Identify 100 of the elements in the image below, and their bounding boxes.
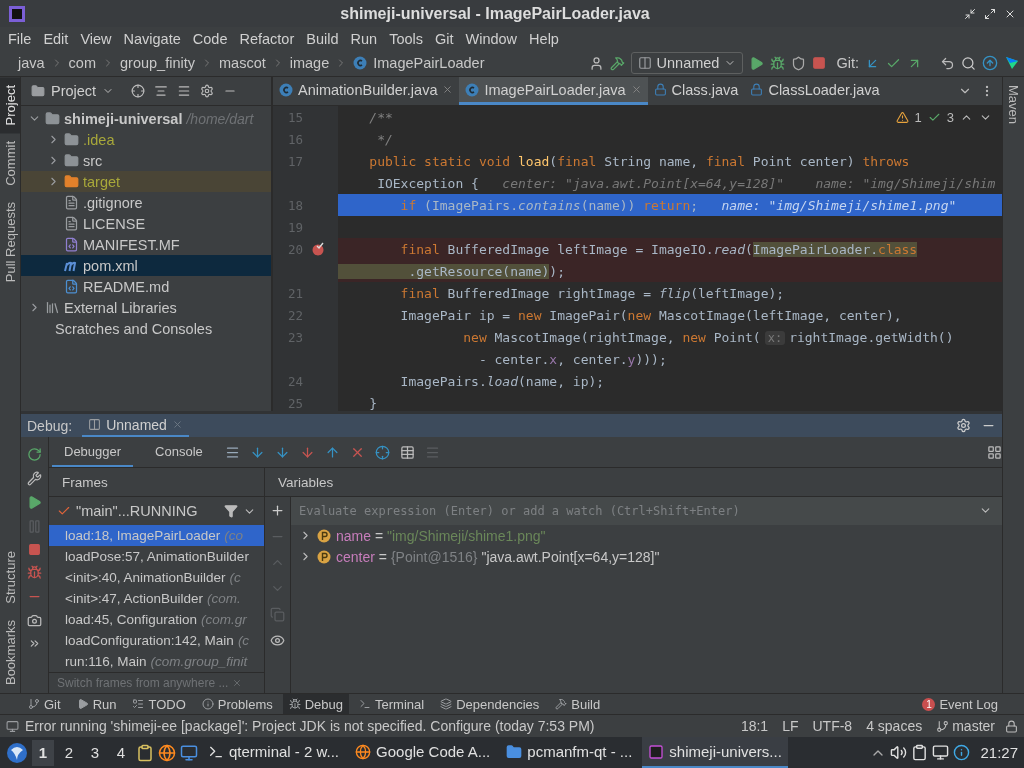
more-icon[interactable] bbox=[28, 637, 41, 650]
tree-item[interactable]: MANIFEST.MF bbox=[21, 234, 271, 255]
tree-item[interactable]: README.md bbox=[21, 276, 271, 297]
locate-icon[interactable] bbox=[131, 84, 146, 98]
tool-window-tab[interactable]: Project bbox=[0, 77, 20, 134]
minimize-icon[interactable] bbox=[964, 7, 976, 20]
collapse-all-icon[interactable] bbox=[177, 84, 192, 98]
status-item[interactable]: 4 spaces bbox=[862, 718, 927, 734]
tool-window-tab[interactable]: Structure bbox=[0, 543, 20, 612]
stack-frame[interactable]: <init>:47, ActionBuilder (com. bbox=[49, 588, 264, 609]
hammer-icon[interactable] bbox=[609, 55, 625, 71]
tool-window-tab[interactable]: Commit bbox=[0, 133, 20, 195]
taskbar-window[interactable]: qterminal - 2 w... bbox=[202, 737, 346, 768]
resume-icon[interactable] bbox=[27, 495, 42, 510]
run-to-cursor-icon[interactable] bbox=[374, 444, 390, 460]
maximize-icon[interactable] bbox=[984, 7, 996, 20]
editor-tab[interactable]: ImagePairLoader.java bbox=[459, 77, 648, 105]
tool-window-tab[interactable]: Run bbox=[70, 694, 123, 714]
settings-icon[interactable] bbox=[200, 84, 215, 98]
tool-window-tab[interactable]: Problems bbox=[195, 694, 279, 714]
menu-item[interactable]: Refactor bbox=[233, 30, 301, 47]
menu-item[interactable]: Edit bbox=[37, 30, 75, 47]
menu-item[interactable]: Tools bbox=[383, 30, 429, 47]
add-watch-icon[interactable] bbox=[270, 503, 285, 518]
status-item[interactable]: 18:1 bbox=[736, 718, 773, 734]
status-item[interactable]: LF bbox=[778, 718, 803, 734]
stack-frame[interactable]: load:18, ImagePairLoader (co bbox=[49, 525, 264, 546]
tool-window-tab[interactable]: Dependencies bbox=[434, 694, 546, 714]
tool-window-tab[interactable]: Build bbox=[549, 694, 607, 714]
tool-window-tab[interactable]: Git bbox=[22, 694, 67, 714]
debugger-tab[interactable]: Console bbox=[143, 437, 215, 467]
workspace-button[interactable]: 3 bbox=[84, 739, 106, 766]
session-tab[interactable]: Unnamed bbox=[82, 414, 189, 437]
editor-tab[interactable]: AnimationBuilder.java bbox=[273, 77, 460, 105]
tree-item[interactable]: pom.xml bbox=[21, 255, 271, 276]
volume-icon[interactable] bbox=[890, 744, 908, 761]
settings-icon[interactable] bbox=[956, 418, 971, 433]
stack-frame[interactable]: loadConfiguration:142, Main (c bbox=[49, 630, 264, 651]
tool-window-tab[interactable]: TODO bbox=[126, 694, 192, 714]
tree-item[interactable]: src bbox=[21, 150, 271, 171]
run-icon[interactable] bbox=[749, 55, 765, 71]
workspace-button[interactable]: 1 bbox=[32, 739, 54, 766]
search-icon[interactable] bbox=[961, 55, 976, 71]
browser-launcher-icon[interactable] bbox=[158, 743, 176, 762]
tool-window-tab[interactable]: Pull Requests bbox=[0, 194, 20, 291]
evaluate-icon[interactable] bbox=[399, 444, 415, 460]
stop-icon[interactable] bbox=[28, 543, 41, 556]
clipboard-icon[interactable] bbox=[911, 744, 929, 761]
tool-window-tab[interactable]: Debug bbox=[282, 694, 350, 714]
workspace-button[interactable]: 2 bbox=[58, 739, 80, 766]
project-view-dropdown[interactable]: Project bbox=[31, 83, 115, 99]
debugger-tab[interactable]: Debugger bbox=[52, 437, 134, 467]
breadcrumb[interactable]: com bbox=[68, 55, 96, 71]
menu-item[interactable]: Window bbox=[459, 30, 524, 47]
step-over-icon[interactable] bbox=[274, 444, 290, 460]
notification-icon[interactable] bbox=[953, 744, 971, 761]
tree-item[interactable]: .idea bbox=[21, 129, 271, 150]
tree-item[interactable]: LICENSE bbox=[21, 213, 271, 234]
tree-item[interactable]: External Libraries bbox=[21, 297, 271, 318]
variable-row[interactable]: center = {Point@1516} "java.awt.Point[x=64,y=128]" bbox=[291, 546, 1002, 567]
start-menu-icon[interactable] bbox=[6, 741, 28, 764]
taskbar-window[interactable]: pcmanfm-qt - ... bbox=[500, 737, 639, 768]
wrench-icon[interactable] bbox=[27, 471, 42, 486]
tree-item[interactable]: target bbox=[21, 171, 271, 192]
thread-dropdown[interactable]: "main"...RUNNING bbox=[49, 497, 264, 525]
step-into-icon[interactable] bbox=[299, 444, 315, 460]
tool-window-tab[interactable]: Bookmarks bbox=[0, 611, 20, 693]
desktop-icon[interactable] bbox=[180, 743, 198, 762]
menu-item[interactable]: Navigate bbox=[117, 30, 187, 47]
menu-item[interactable]: Build bbox=[300, 30, 345, 47]
filter-icon[interactable] bbox=[224, 504, 238, 518]
lock-icon[interactable] bbox=[1005, 719, 1018, 733]
editor-tab[interactable]: ClassLoader.java bbox=[744, 77, 886, 105]
menu-item[interactable]: File bbox=[2, 30, 38, 47]
taskbar-window[interactable]: Google Code A... bbox=[349, 737, 497, 768]
coverage-icon[interactable] bbox=[791, 55, 807, 71]
event-log-button[interactable]: 1 Event Log bbox=[916, 695, 1004, 713]
taskbar-window[interactable]: shimeji-univers... bbox=[642, 737, 788, 768]
breadcrumb[interactable]: group_finity bbox=[120, 55, 195, 71]
breadcrumb[interactable]: mascot bbox=[219, 55, 266, 71]
stack-frame[interactable]: loadPose:57, AnimationBuilder bbox=[49, 546, 264, 567]
tree-item[interactable]: Scratches and Consoles bbox=[21, 318, 271, 339]
show-execution-point-icon[interactable] bbox=[249, 444, 265, 460]
tree-item[interactable]: .gitignore bbox=[21, 192, 271, 213]
menu-item[interactable]: View bbox=[74, 30, 118, 47]
run-configuration-dropdown[interactable]: Unnamed bbox=[630, 52, 744, 74]
menu-icon[interactable] bbox=[224, 444, 240, 460]
git-branch-widget[interactable]: master bbox=[932, 718, 999, 734]
debug-icon[interactable] bbox=[770, 55, 786, 71]
variable-row[interactable]: name = "img/Shimeji/shime1.png" bbox=[291, 525, 1002, 546]
stop-icon[interactable] bbox=[812, 56, 827, 70]
expand-all-icon[interactable] bbox=[154, 84, 169, 98]
menu-item[interactable]: Code bbox=[186, 30, 234, 47]
menu-item[interactable]: Help bbox=[523, 30, 565, 47]
stack-frame[interactable]: run:116, Main (com.group_finit bbox=[49, 651, 264, 672]
eye-icon[interactable] bbox=[270, 633, 285, 648]
workspace-button[interactable]: 4 bbox=[110, 739, 132, 766]
update-icon[interactable] bbox=[982, 55, 998, 71]
stack-frame[interactable]: load:45, Configuration (com.gr bbox=[49, 609, 264, 630]
menu-item[interactable]: Git bbox=[429, 30, 460, 47]
